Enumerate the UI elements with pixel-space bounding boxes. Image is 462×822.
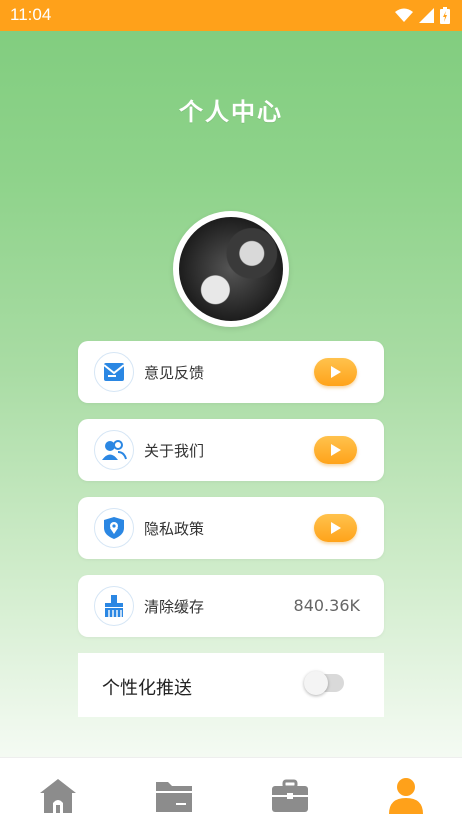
about-row[interactable]: 关于我们 <box>78 419 384 481</box>
shield-location-icon <box>104 517 124 539</box>
feedback-row[interactable]: 意见反馈 <box>78 341 384 403</box>
status-time: 11:04 <box>10 5 52 24</box>
tab-home[interactable] <box>38 776 78 816</box>
home-icon <box>40 779 76 813</box>
avatar-image <box>179 217 283 321</box>
cache-size-value: 840.36K <box>293 596 360 615</box>
privacy-row[interactable]: 隐私政策 <box>78 497 384 559</box>
play-arrow-icon <box>330 444 341 456</box>
personalized-push-toggle[interactable] <box>304 671 344 695</box>
broom-icon <box>105 595 123 617</box>
personalized-push-row: 个性化推送 <box>78 653 384 717</box>
about-arrow-button[interactable] <box>314 436 357 464</box>
privacy-label: 隐私政策 <box>144 520 205 538</box>
clear-cache-row[interactable]: 清除缓存 840.36K <box>78 575 384 637</box>
signal-icon <box>419 8 434 23</box>
tab-profile[interactable] <box>386 776 426 816</box>
play-arrow-icon <box>330 522 341 534</box>
users-icon <box>102 440 127 460</box>
play-arrow-icon <box>330 366 341 378</box>
briefcase-icon <box>272 779 308 812</box>
folder-icon <box>156 782 192 812</box>
feedback-label: 意见反馈 <box>144 364 205 382</box>
user-icon <box>389 778 423 814</box>
tab-toolbox[interactable] <box>270 776 310 816</box>
avatar[interactable] <box>173 211 289 327</box>
feedback-arrow-button[interactable] <box>314 358 357 386</box>
mail-icon <box>103 363 125 381</box>
personalized-push-label: 个性化推送 <box>102 678 192 699</box>
toggle-knob <box>304 671 328 695</box>
tab-files[interactable] <box>154 776 194 816</box>
clear-cache-label: 清除缓存 <box>144 598 205 616</box>
wifi-icon <box>395 8 413 22</box>
privacy-arrow-button[interactable] <box>314 514 357 542</box>
status-bar: 11:04 <box>0 0 462 31</box>
about-label: 关于我们 <box>144 442 205 460</box>
bottom-tab-bar <box>0 757 462 822</box>
battery-icon <box>440 7 450 24</box>
page-title: 个人中心 <box>179 98 283 126</box>
